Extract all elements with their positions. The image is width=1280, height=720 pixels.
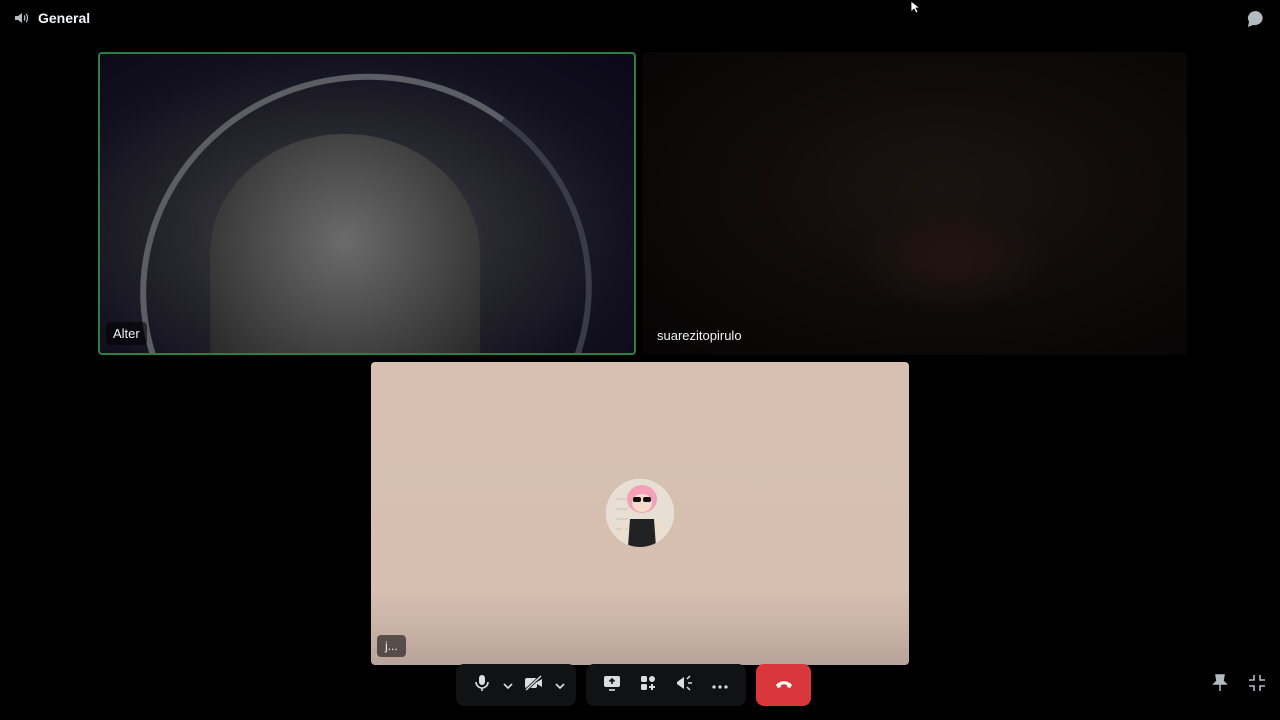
top-bar: General [0,0,1280,38]
audio-settings-dropdown[interactable] [500,667,516,703]
camera-toggle-button[interactable] [516,667,552,703]
screen-share-button[interactable] [594,667,630,703]
activities-group [586,664,746,706]
speaker-icon [12,9,30,27]
chat-icon[interactable] [1246,9,1266,29]
phone-hangup-icon [775,676,793,694]
disconnect-button[interactable] [756,664,811,706]
call-controls [456,664,811,706]
participant-name-label: suarezitopirulo [657,328,742,343]
video-tile-alter[interactable]: Alter [98,52,636,355]
user-tile[interactable]: j... [371,362,909,665]
participant-name-label: Alter [106,322,147,345]
video-subject [852,202,1052,312]
video-tile-suarezitopirulo[interactable]: suarezitopirulo [642,52,1187,355]
mouse-cursor-icon [910,0,922,14]
soundboard-icon [675,674,693,696]
channel-name: General [38,10,91,26]
camera-off-icon [524,674,544,696]
channel-header: General [12,9,90,27]
microphone-icon [474,674,490,697]
video-settings-dropdown[interactable] [552,667,568,703]
screen-share-icon [603,675,621,696]
more-icon [712,676,728,694]
pin-icon [1212,673,1228,697]
activities-button[interactable] [630,667,666,703]
activities-icon [640,675,656,696]
mute-button[interactable] [464,667,500,703]
minimize-icon [1248,674,1266,697]
chevron-down-icon [555,676,565,694]
participant-name-label: j... [377,635,406,657]
chevron-down-icon [503,676,513,694]
soundboard-button[interactable] [666,667,702,703]
exit-fullscreen-button[interactable] [1246,674,1268,696]
pin-button[interactable] [1209,673,1231,697]
audio-video-group [456,664,576,706]
user-avatar [606,479,674,547]
more-options-button[interactable] [702,667,738,703]
